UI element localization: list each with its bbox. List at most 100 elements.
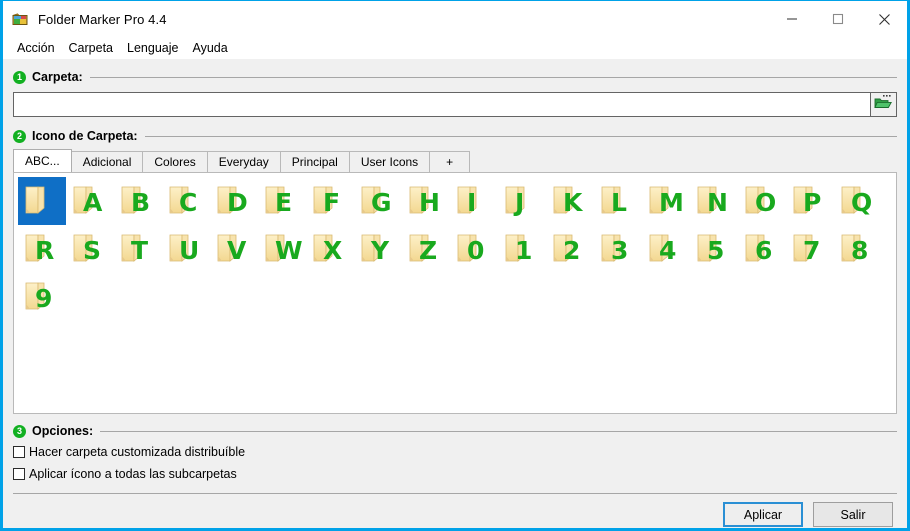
browse-folder-button[interactable] bbox=[870, 92, 897, 117]
icon-grid-item[interactable]: T bbox=[114, 225, 162, 273]
icon-grid-item[interactable]: M bbox=[642, 177, 690, 225]
folder-icon-letter: Y bbox=[371, 236, 389, 265]
folder-icon: R bbox=[22, 232, 62, 266]
apply-button[interactable]: Aplicar bbox=[723, 502, 803, 527]
folder-icon-letter: 2 bbox=[563, 236, 580, 265]
menu-item-ayuda[interactable]: Ayuda bbox=[185, 40, 234, 57]
icon-grid-item[interactable]: H bbox=[402, 177, 450, 225]
icon-grid-item[interactable]: F bbox=[306, 177, 354, 225]
icon-grid-item[interactable]: A bbox=[66, 177, 114, 225]
icon-grid-item[interactable]: L bbox=[594, 177, 642, 225]
folder-icon-letter: M bbox=[659, 188, 684, 217]
folder-icon: I bbox=[454, 184, 494, 218]
folder-icon: N bbox=[694, 184, 734, 218]
menu-item-lenguaje[interactable]: Lenguaje bbox=[120, 40, 185, 57]
folder-icon-letter: U bbox=[179, 236, 199, 265]
icon-grid-item[interactable]: X bbox=[306, 225, 354, 273]
folder-icon: 8 bbox=[838, 232, 878, 266]
folder-icon: Z bbox=[406, 232, 446, 266]
close-button[interactable] bbox=[861, 1, 907, 37]
main-content: 1 Carpeta: 2 Icono de Carpeta: ABC... Ad… bbox=[3, 68, 907, 528]
folder-icon: 6 bbox=[742, 232, 782, 266]
icon-grid-item[interactable]: Z bbox=[402, 225, 450, 273]
tab-abc[interactable]: ABC... bbox=[13, 149, 72, 172]
icon-grid-item[interactable]: D bbox=[210, 177, 258, 225]
folder-icon: C bbox=[166, 184, 206, 218]
folder-icon-letter: A bbox=[83, 188, 102, 217]
icon-grid-item[interactable]: 8 bbox=[834, 225, 882, 273]
icon-grid-item[interactable]: J bbox=[498, 177, 546, 225]
icon-grid-item[interactable]: W bbox=[258, 225, 306, 273]
folder-icon-letter: C bbox=[179, 188, 197, 217]
icon-grid-item[interactable]: U bbox=[162, 225, 210, 273]
icon-grid-item[interactable]: R bbox=[18, 225, 66, 273]
footer-buttons: Aplicar Salir bbox=[3, 502, 907, 527]
checkbox-subfolders[interactable] bbox=[13, 468, 25, 480]
folder-icon: U bbox=[166, 232, 206, 266]
option-subfolders-row[interactable]: Aplicar ícono a todas las subcarpetas bbox=[3, 464, 907, 484]
folder-icon-letter: L bbox=[611, 188, 627, 217]
folder-icon-letter: N bbox=[707, 188, 728, 217]
icon-grid-item[interactable]: K bbox=[546, 177, 594, 225]
tab-add-category[interactable]: + bbox=[429, 151, 471, 172]
folder-icon bbox=[22, 184, 62, 218]
icon-grid-item[interactable]: E bbox=[258, 177, 306, 225]
folder-icon-letter: Z bbox=[419, 236, 437, 265]
folder-icon-letter: S bbox=[83, 236, 101, 265]
icon-grid-panel[interactable]: ABC DE F GHI J KL MNOP Q RS T UVWXY Z 0 1 2 3 4 5 6 7 8 9 bbox=[13, 172, 897, 414]
icon-grid-item[interactable]: G bbox=[354, 177, 402, 225]
tab-colores[interactable]: Colores bbox=[142, 151, 208, 172]
icon-grid-item[interactable]: 1 bbox=[498, 225, 546, 273]
icon-grid-item[interactable]: 7 bbox=[786, 225, 834, 273]
icon-grid-item[interactable]: 6 bbox=[738, 225, 786, 273]
icon-grid-item[interactable]: N bbox=[690, 177, 738, 225]
icon-grid-item[interactable]: Q bbox=[834, 177, 882, 225]
icon-grid-item[interactable]: O bbox=[738, 177, 786, 225]
folder-path-row bbox=[13, 92, 897, 117]
tab-adicional[interactable]: Adicional bbox=[70, 151, 144, 172]
menu-item-accion[interactable]: Acción bbox=[10, 40, 62, 57]
folder-icon-letter: E bbox=[275, 188, 292, 217]
icon-grid-item[interactable]: Y bbox=[354, 225, 402, 273]
tab-principal[interactable]: Principal bbox=[279, 151, 350, 172]
folder-icon: L bbox=[598, 184, 638, 218]
window-title: Folder Marker Pro 4.4 bbox=[38, 11, 167, 27]
open-folder-browse-icon bbox=[874, 94, 893, 115]
folder-icon: Y bbox=[358, 232, 398, 266]
tab-everyday[interactable]: Everyday bbox=[206, 151, 281, 172]
icon-grid-item[interactable]: S bbox=[66, 225, 114, 273]
folder-path-input[interactable] bbox=[13, 92, 870, 117]
folder-icon-letter: W bbox=[275, 236, 303, 265]
exit-button[interactable]: Salir bbox=[813, 502, 893, 527]
folder-icon: V bbox=[214, 232, 254, 266]
icon-grid-item[interactable]: I bbox=[450, 177, 498, 225]
menu-item-carpeta[interactable]: Carpeta bbox=[62, 40, 120, 57]
icon-grid-item[interactable]: 4 bbox=[642, 225, 690, 273]
icon-grid-item[interactable]: 5 bbox=[690, 225, 738, 273]
icon-grid-item[interactable]: P bbox=[786, 177, 834, 225]
icon-grid-item[interactable]: 3 bbox=[594, 225, 642, 273]
folder-icon-letter: 9 bbox=[35, 284, 52, 313]
icon-grid-item[interactable] bbox=[18, 177, 66, 225]
checkbox-distributable[interactable] bbox=[13, 446, 25, 458]
folder-icon: 7 bbox=[790, 232, 830, 266]
folder-icon: W bbox=[262, 232, 303, 266]
app-icon bbox=[12, 11, 29, 28]
icon-grid-item[interactable]: B bbox=[114, 177, 162, 225]
folder-marker-window: Folder Marker Pro 4.4 Acción Carpeta Len… bbox=[0, 0, 910, 531]
icon-grid-item[interactable]: V bbox=[210, 225, 258, 273]
icon-grid-item[interactable]: 2 bbox=[546, 225, 594, 273]
folder-icon-letter: D bbox=[227, 188, 248, 217]
folder-icon-letter: R bbox=[35, 236, 54, 265]
folder-icon-letter: 4 bbox=[659, 236, 676, 265]
icon-grid-item[interactable]: 0 bbox=[450, 225, 498, 273]
maximize-button[interactable] bbox=[815, 1, 861, 37]
folder-icon: 3 bbox=[598, 232, 638, 266]
icon-grid-item[interactable]: C bbox=[162, 177, 210, 225]
minimize-button[interactable] bbox=[769, 1, 815, 37]
option-distributable-row[interactable]: Hacer carpeta customizada distribuíble bbox=[3, 442, 907, 462]
folder-icon: O bbox=[742, 184, 782, 218]
icon-grid-item[interactable]: 9 bbox=[18, 273, 66, 321]
folder-icon: D bbox=[214, 184, 254, 218]
tab-user-icons[interactable]: User Icons bbox=[348, 151, 431, 172]
